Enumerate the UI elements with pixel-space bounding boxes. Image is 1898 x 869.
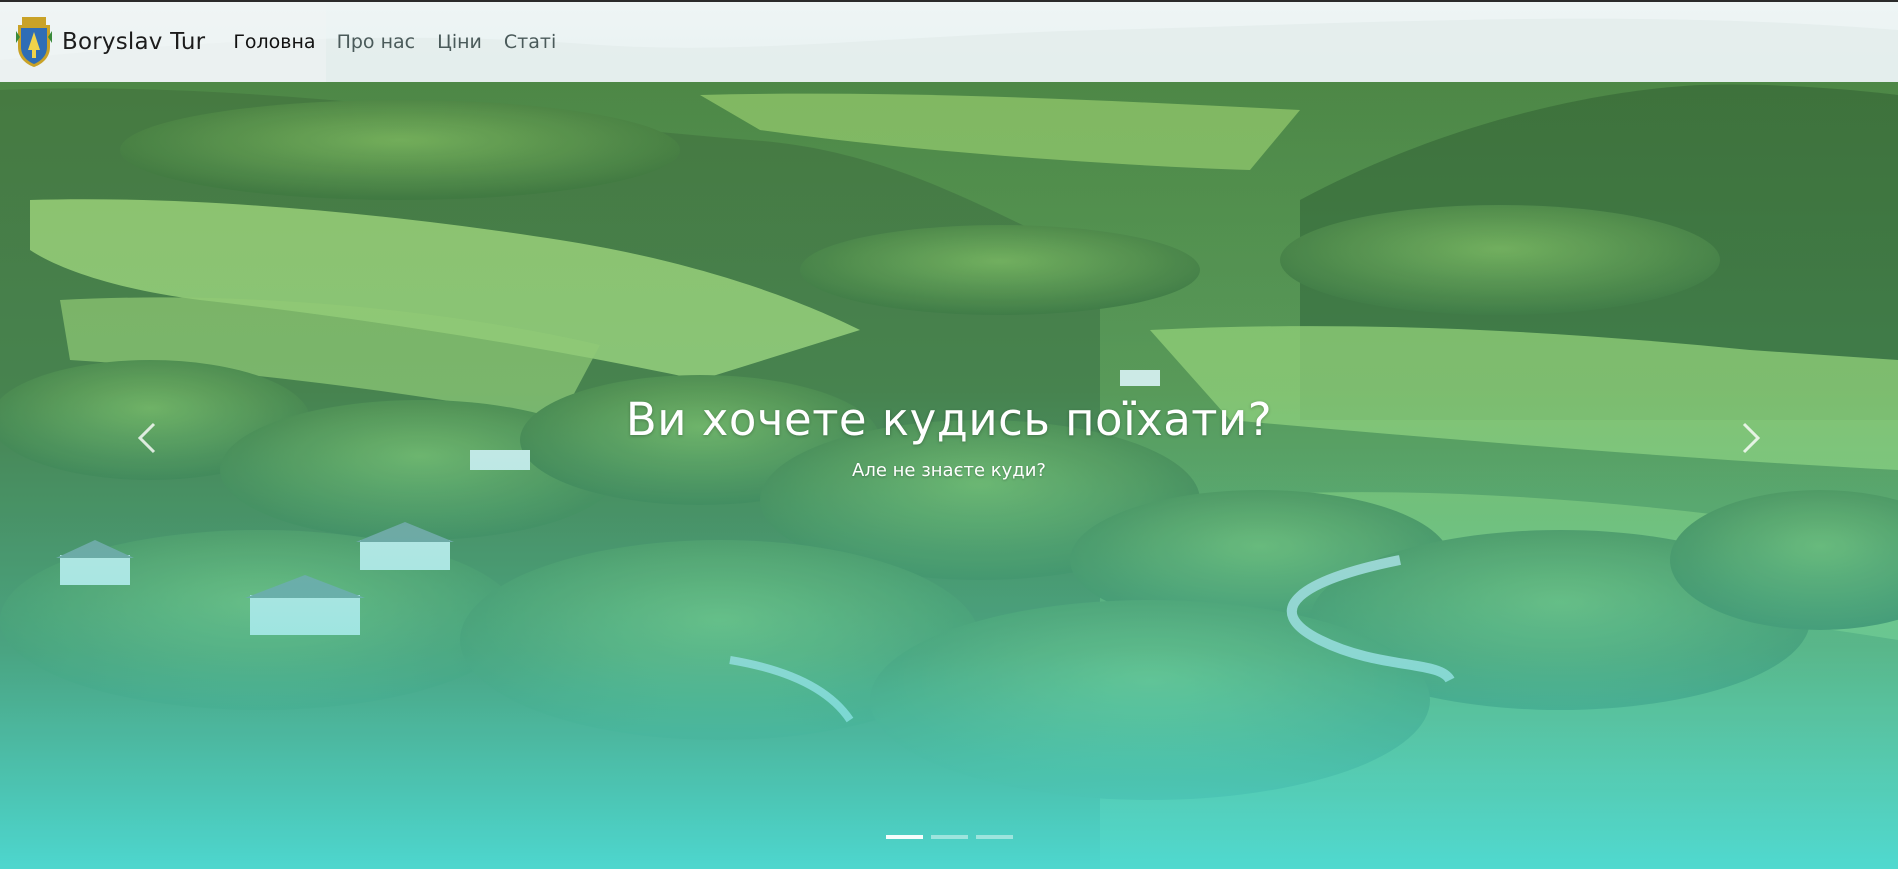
nav-link-about[interactable]: Про нас: [326, 2, 427, 82]
carousel-indicator-2[interactable]: [930, 835, 968, 839]
carousel-indicator-1[interactable]: [885, 835, 923, 839]
carousel-prev-button[interactable]: [128, 418, 168, 458]
chevron-right-icon: [1742, 422, 1761, 454]
nav-links: Головна Про нас Ціни Статі: [223, 2, 567, 82]
carousel-caption: Ви хочете кудись поїхати? Але не знаєте …: [0, 393, 1898, 481]
nav-link-prices[interactable]: Ціни: [426, 2, 493, 82]
brand-link[interactable]: Boryslav Tur: [0, 2, 224, 82]
carousel-title: Ви хочете кудись поїхати?: [625, 393, 1273, 446]
carousel-indicators: [0, 835, 1898, 839]
boryslav-coat-of-arms-icon: [16, 17, 52, 67]
brand-name: Boryslav Tur: [62, 29, 206, 55]
carousel-indicator-3[interactable]: [975, 835, 1013, 839]
carousel-next-button[interactable]: [1730, 418, 1770, 458]
hero-carousel: Boryslav Tur Головна Про нас Ціни Статі …: [0, 0, 1898, 869]
top-navbar: Boryslav Tur Головна Про нас Ціни Статі: [0, 2, 1898, 82]
carousel-subtitle: Але не знаєте куди?: [852, 460, 1046, 481]
nav-link-articles[interactable]: Статі: [493, 2, 567, 82]
chevron-left-icon: [137, 422, 156, 454]
nav-link-home[interactable]: Головна: [223, 2, 326, 82]
